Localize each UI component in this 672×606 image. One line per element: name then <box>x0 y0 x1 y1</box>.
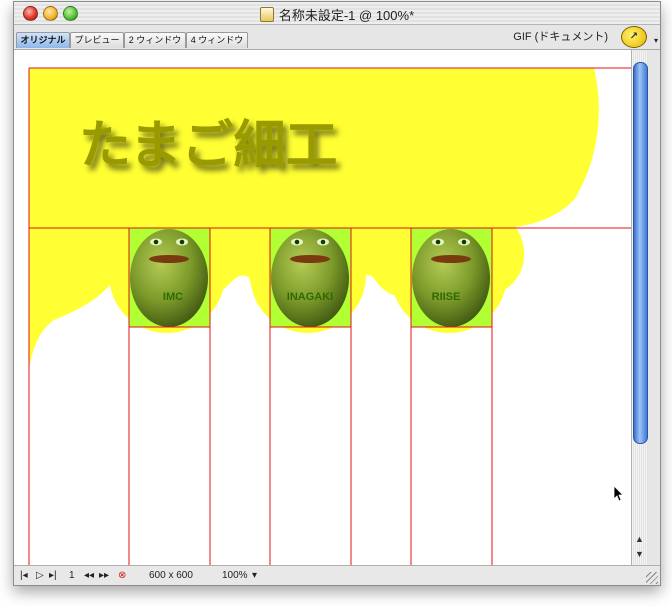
image-dimensions: 600 x 600 <box>149 570 193 581</box>
frame-number: 1 <box>69 570 75 581</box>
vertical-scrollbar[interactable]: ▲ ▼ <box>631 50 648 565</box>
play-icon[interactable]: ▷ <box>36 570 44 581</box>
egg-1: IMC <box>130 229 208 327</box>
resize-grip-icon[interactable] <box>646 572 658 584</box>
scroll-down-icon[interactable]: ▼ <box>635 549 644 559</box>
document-icon <box>259 7 274 22</box>
canvas-heading: たまご細工 <box>79 116 337 176</box>
status-bar: |◂ ▷ ▸| 1 ◂◂ ▸▸ ⊗ 600 x 600 100% ▾ <box>14 565 660 585</box>
scroll-up-icon[interactable]: ▲ <box>635 534 644 544</box>
zoom-level[interactable]: 100% <box>222 570 248 581</box>
image-canvas[interactable]: IMC INAGAKI RIISE たまご細工 <box>14 50 631 565</box>
egg-2: INAGAKI <box>271 229 349 327</box>
egg-label-2: INAGAKI <box>287 291 333 303</box>
optimize-format-label: GIF (ドキュメント) <box>513 31 608 43</box>
tab-preview[interactable]: プレビュー <box>70 32 124 48</box>
tab-original[interactable]: オリジナル <box>16 32 70 48</box>
egg-3: RIISE <box>412 229 490 327</box>
first-frame-icon[interactable]: |◂ <box>20 570 28 581</box>
egg-label-1: IMC <box>163 291 183 303</box>
zoom-chevron-icon[interactable]: ▾ <box>252 570 257 581</box>
vertical-scroll-thumb[interactable] <box>633 62 648 444</box>
next-frame-icon[interactable]: ▸| <box>49 570 57 581</box>
chevron-down-icon[interactable]: ▾ <box>654 36 658 45</box>
mouse-pointer-icon <box>613 485 624 502</box>
tab-4-up[interactable]: 4 ウィンドウ <box>186 32 248 48</box>
last-frame-icon[interactable]: ▸▸ <box>99 570 109 581</box>
jump-to-imageready-icon[interactable]: ↗ <box>621 26 647 48</box>
view-tabs-bar: オリジナル プレビュー 2 ウィンドウ 4 ウィンドウ GIF (ドキュメント)… <box>14 25 660 50</box>
window-title: 名称未設定-1 @ 100%* <box>278 8 415 23</box>
tab-2-up[interactable]: 2 ウィンドウ <box>124 32 186 48</box>
title-bar[interactable]: 名称未設定-1 @ 100%* <box>14 2 660 25</box>
document-window: 名称未設定-1 @ 100%* オリジナル プレビュー 2 ウィンドウ 4 ウィ… <box>13 1 661 586</box>
prev-frame-icon[interactable]: ◂◂ <box>84 570 94 581</box>
window-title-wrap: 名称未設定-1 @ 100%* <box>14 5 660 24</box>
stop-icon[interactable]: ⊗ <box>118 570 126 581</box>
egg-label-3: RIISE <box>432 291 461 303</box>
